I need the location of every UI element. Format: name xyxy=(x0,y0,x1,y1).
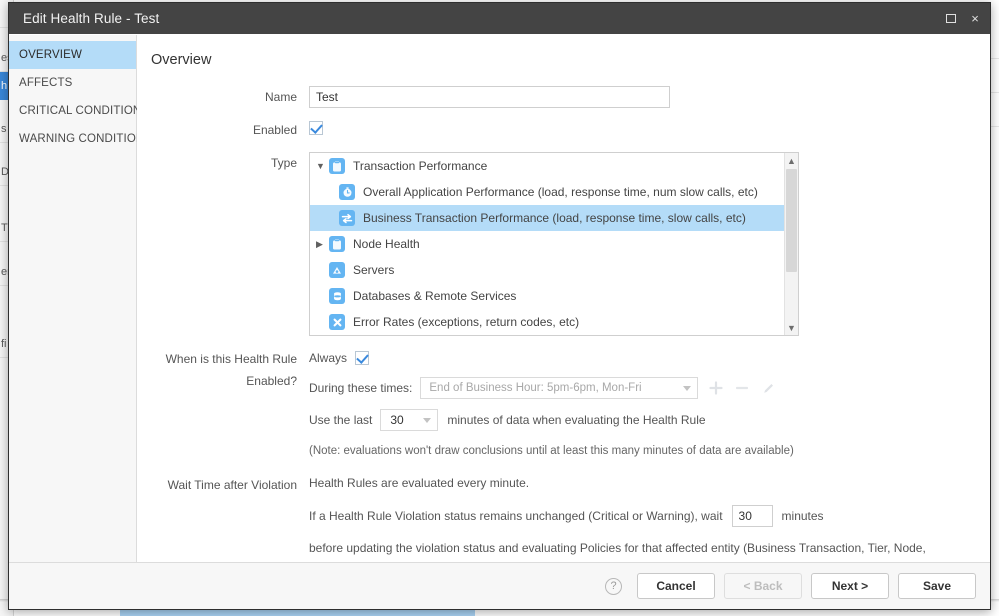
schedule-label: When is this Health Rule Enabled? xyxy=(165,352,297,388)
use-last-prefix: Use the last xyxy=(309,413,373,427)
wait-line-3: before updating the violation status and… xyxy=(309,541,926,562)
screen: es h s D T er fi IC Edit Health Rule - T… xyxy=(0,0,999,616)
tree-scrollbar[interactable]: ▲ ▼ xyxy=(784,153,798,335)
cancel-button[interactable]: Cancel xyxy=(637,573,715,599)
wait-line-2: If a Health Rule Violation status remain… xyxy=(309,505,990,527)
scroll-up-icon[interactable]: ▲ xyxy=(785,154,798,167)
help-icon[interactable]: ? xyxy=(605,577,622,595)
tree-node-label: Databases & Remote Services xyxy=(353,289,517,303)
tree-node-label: Servers xyxy=(353,263,395,277)
always-checkbox[interactable] xyxy=(355,351,370,365)
dialog-sidebar: OVERVIEW AFFECTS CRITICAL CONDITION WARN… xyxy=(9,35,144,562)
type-tree: ▼ Transaction Performance Overall Applic… xyxy=(309,152,799,336)
tree-node-servers[interactable]: Servers xyxy=(310,257,784,283)
wait-time-label: Wait Time after Violation xyxy=(167,478,297,492)
tree-node-label: Error Rates (exceptions, return codes, e… xyxy=(353,315,580,329)
name-label: Name xyxy=(264,90,297,104)
clock-icon xyxy=(339,184,355,200)
scroll-down-icon[interactable]: ▼ xyxy=(785,321,798,334)
name-input[interactable] xyxy=(309,86,670,108)
sidebar-item-warning-condition[interactable]: WARNING CONDITION xyxy=(9,125,144,153)
window-controls: × xyxy=(944,12,982,26)
wait-line-1: Health Rules are evaluated every minute. xyxy=(309,476,530,490)
tree-node-business-transaction-performance[interactable]: Business Transaction Performance (load, … xyxy=(310,205,784,231)
error-x-icon xyxy=(329,314,345,330)
tree-node-label: Transaction Performance xyxy=(353,159,488,173)
maximize-icon[interactable] xyxy=(944,12,958,26)
during-times-select[interactable]: End of Business Hour: 5pm-6pm, Mon-Fri xyxy=(420,377,699,399)
use-last-suffix: minutes of data when evaluating the Heal… xyxy=(447,413,706,427)
minus-icon[interactable] xyxy=(732,378,752,398)
clipboard-icon xyxy=(329,158,345,174)
overview-pane: Overview Name Enabled Typ xyxy=(137,35,990,562)
save-button[interactable]: Save xyxy=(898,573,976,599)
enabled-label: Enabled xyxy=(252,123,297,137)
scrollbar-thumb[interactable] xyxy=(786,169,797,272)
type-label: Type xyxy=(270,156,297,170)
next-button[interactable]: Next > xyxy=(811,573,889,599)
chevron-down-icon xyxy=(683,386,692,391)
tree-node-transaction-performance[interactable]: ▼ Transaction Performance xyxy=(310,153,784,179)
dialog-body: OVERVIEW AFFECTS CRITICAL CONDITION WARN… xyxy=(9,34,990,562)
wait-minutes-input[interactable] xyxy=(731,505,773,527)
transaction-arrows-icon xyxy=(339,210,355,226)
tree-node-label: Overall Application Performance (load, r… xyxy=(363,185,758,199)
tree-node-node-health[interactable]: ▶ Node Health xyxy=(310,231,784,257)
wait-time-row: Wait Time after Violation Health Rules a… xyxy=(137,474,990,562)
server-triangle-icon xyxy=(329,262,345,278)
chevron-down-icon xyxy=(423,418,432,423)
chevron-down-icon[interactable]: ▼ xyxy=(316,161,329,171)
use-last-minutes-select[interactable]: 30 xyxy=(380,409,439,431)
edit-health-rule-dialog: Edit Health Rule - Test × OVERVIEW AFFEC… xyxy=(8,2,991,610)
type-tree-list: ▼ Transaction Performance Overall Applic… xyxy=(310,153,784,335)
during-times-label: During these times: xyxy=(309,381,413,395)
close-icon[interactable]: × xyxy=(968,12,982,26)
name-row: Name xyxy=(137,86,990,108)
use-last-value: 30 xyxy=(390,413,404,427)
evaluation-note: (Note: evaluations won't draw conclusion… xyxy=(309,445,794,457)
type-row: Type ▼ Transaction Performance Overall A… xyxy=(137,152,990,336)
dialog-title: Edit Health Rule - Test xyxy=(23,11,160,26)
clipboard-icon xyxy=(329,236,345,252)
sidebar-item-critical-condition[interactable]: CRITICAL CONDITION xyxy=(9,97,141,125)
always-field: Always xyxy=(309,348,990,368)
tree-node-label: Node Health xyxy=(353,237,420,251)
wait-line-2-suffix: minutes xyxy=(781,509,824,523)
dialog-footer: ? Cancel < Back Next > Save xyxy=(9,562,990,609)
sidebar-item-affects[interactable]: AFFECTS xyxy=(9,69,136,97)
always-label: Always xyxy=(309,351,348,365)
chevron-right-icon[interactable]: ▶ xyxy=(316,239,329,249)
enabled-row: Enabled xyxy=(137,119,990,141)
schedule-row: When is this Health Rule Enabled? Always… xyxy=(137,348,990,457)
wait-line-2-prefix: If a Health Rule Violation status remain… xyxy=(309,509,723,523)
pencil-icon[interactable] xyxy=(758,378,778,398)
enabled-checkbox[interactable] xyxy=(309,120,323,135)
sidebar-item-overview[interactable]: OVERVIEW xyxy=(9,41,136,69)
use-last-field: Use the last 30 minutes of data when eva… xyxy=(309,409,990,431)
tree-node-overall-application-performance[interactable]: Overall Application Performance (load, r… xyxy=(310,179,784,205)
tree-node-databases-remote-services[interactable]: Databases & Remote Services xyxy=(310,283,784,309)
tree-node-error-rates[interactable]: Error Rates (exceptions, return codes, e… xyxy=(310,309,784,335)
page-title: Overview xyxy=(151,52,212,68)
dialog-titlebar: Edit Health Rule - Test × xyxy=(9,3,990,34)
back-button[interactable]: < Back xyxy=(724,573,802,599)
during-times-value: End of Business Hour: 5pm-6pm, Mon-Fri xyxy=(429,382,642,394)
tree-node-label: Business Transaction Performance (load, … xyxy=(363,211,746,225)
plus-icon[interactable] xyxy=(706,378,726,398)
database-icon xyxy=(329,288,345,304)
during-times-field: During these times: End of Business Hour… xyxy=(309,377,990,399)
